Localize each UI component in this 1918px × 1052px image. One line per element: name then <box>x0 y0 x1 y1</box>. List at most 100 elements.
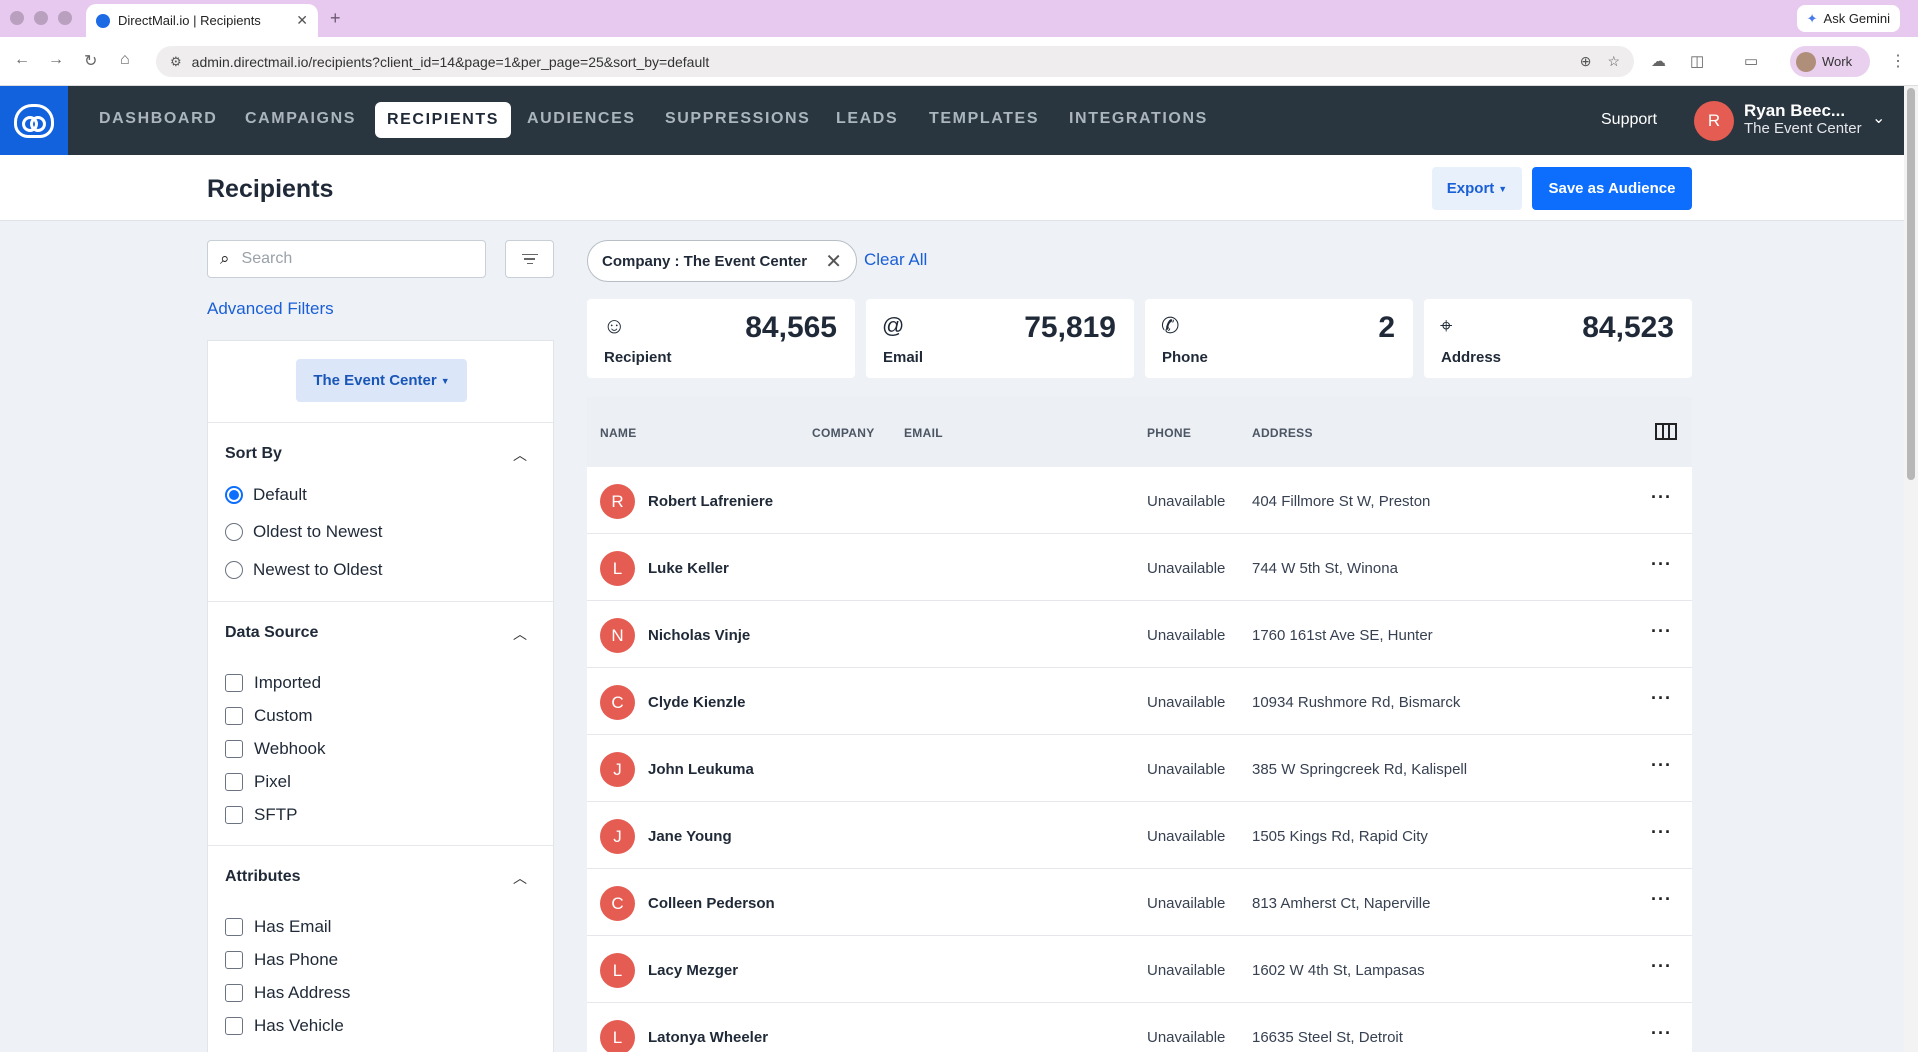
maximize-window-button[interactable] <box>58 11 72 25</box>
directmail-logo[interactable] <box>0 86 68 155</box>
nav-integrations[interactable]: INTEGRATIONS <box>1069 110 1208 128</box>
nav-leads[interactable]: LEADS <box>836 110 898 128</box>
radio-button[interactable] <box>225 561 243 579</box>
save-as-audience-button[interactable]: Save as Audience <box>1532 167 1692 210</box>
checkbox[interactable] <box>225 674 243 692</box>
nav-suppressions[interactable]: SUPPRESSIONS <box>665 110 810 128</box>
table-row[interactable]: R Robert Lafreniere Unavailable 404 Fill… <box>587 467 1692 534</box>
data-source-custom[interactable]: Custom <box>225 706 313 726</box>
radio-button[interactable] <box>225 486 243 504</box>
recipient-name[interactable]: Jane Young <box>648 828 732 845</box>
columns-settings-icon[interactable] <box>1655 423 1677 440</box>
col-header-company[interactable]: COMPANY <box>812 426 875 440</box>
nav-templates[interactable]: TEMPLATES <box>929 110 1039 128</box>
recipient-name[interactable]: Nicholas Vinje <box>648 627 750 644</box>
attribute-has-email[interactable]: Has Email <box>225 917 331 937</box>
cloud-extension-icon[interactable]: ☁ <box>1651 52 1666 70</box>
row-more-icon[interactable]: ··· <box>1651 621 1672 642</box>
table-row[interactable]: L Luke Keller Unavailable 744 W 5th St, … <box>587 534 1692 601</box>
row-more-icon[interactable]: ··· <box>1651 956 1672 977</box>
scrollbar-thumb[interactable] <box>1907 88 1915 480</box>
user-company[interactable]: The Event Center <box>1744 120 1862 137</box>
table-row[interactable]: N Nicholas Vinje Unavailable 1760 161st … <box>587 601 1692 668</box>
checkbox[interactable] <box>225 918 243 936</box>
nav-recipients[interactable]: RECIPIENTS <box>375 102 512 138</box>
nav-audiences[interactable]: AUDIENCES <box>527 110 636 128</box>
user-name[interactable]: Ryan Beec... <box>1744 101 1845 121</box>
chevron-up-icon[interactable]: ︿ <box>513 445 527 465</box>
attribute-has-phone[interactable]: Has Phone <box>225 950 338 970</box>
recipient-name[interactable]: Latonya Wheeler <box>648 1029 768 1046</box>
tab-search-icon[interactable]: ▭ <box>1744 52 1758 70</box>
row-more-icon[interactable]: ··· <box>1651 889 1672 910</box>
browser-menu-icon[interactable]: ⋮ <box>1890 51 1906 71</box>
table-row[interactable]: J Jane Young Unavailable 1505 Kings Rd, … <box>587 802 1692 869</box>
data-source-imported[interactable]: Imported <box>225 673 321 693</box>
address-bar[interactable]: ⚙ admin.directmail.io/recipients?client_… <box>156 46 1634 77</box>
recipient-name[interactable]: Clyde Kienzle <box>648 694 746 711</box>
sort-option-oldest[interactable]: Oldest to Newest <box>225 522 382 542</box>
clear-all-link[interactable]: Clear All <box>864 250 927 270</box>
client-selector-button[interactable]: The Event Center ▼ <box>296 359 467 402</box>
checkbox[interactable] <box>225 984 243 1002</box>
sort-option-newest[interactable]: Newest to Oldest <box>225 560 382 580</box>
filter-toggle-button[interactable] <box>505 240 554 278</box>
advanced-filters-link[interactable]: Advanced Filters <box>207 299 334 319</box>
minimize-window-button[interactable] <box>34 11 48 25</box>
row-more-icon[interactable]: ··· <box>1651 554 1672 575</box>
export-button[interactable]: Export ▼ <box>1432 167 1522 210</box>
checkbox[interactable] <box>225 773 243 791</box>
attribute-has-address[interactable]: Has Address <box>225 983 350 1003</box>
col-header-address[interactable]: ADDRESS <box>1252 426 1313 440</box>
sort-option-default[interactable]: Default <box>225 485 307 505</box>
forward-arrow-icon[interactable]: → <box>48 51 64 69</box>
recipient-name[interactable]: Colleen Pederson <box>648 895 775 912</box>
site-info-icon[interactable]: ⚙ <box>170 54 182 70</box>
user-menu-chevron-icon[interactable]: ⌄ <box>1872 108 1885 128</box>
recipient-name[interactable]: Lacy Mezger <box>648 962 738 979</box>
profile-button[interactable]: Work <box>1790 46 1870 77</box>
checkbox[interactable] <box>225 951 243 969</box>
search-input[interactable] <box>241 250 442 268</box>
data-source-sftp[interactable]: SFTP <box>225 805 297 825</box>
table-row[interactable]: C Colleen Pederson Unavailable 813 Amher… <box>587 869 1692 936</box>
checkbox[interactable] <box>225 806 243 824</box>
extensions-puzzle-icon[interactable]: ◫ <box>1690 52 1704 70</box>
ask-gemini-button[interactable]: ✦ Ask Gemini <box>1796 5 1900 32</box>
home-icon[interactable]: ⌂ <box>120 51 130 69</box>
close-tab-icon[interactable]: ✕ <box>296 12 308 29</box>
nav-dashboard[interactable]: DASHBOARD <box>99 110 217 128</box>
recipient-name[interactable]: John Leukuma <box>648 761 754 778</box>
data-source-webhook[interactable]: Webhook <box>225 739 326 759</box>
bookmark-star-icon[interactable]: ☆ <box>1607 53 1620 70</box>
recipient-name[interactable]: Luke Keller <box>648 560 729 577</box>
url-text[interactable]: admin.directmail.io/recipients?client_id… <box>192 54 710 70</box>
reload-icon[interactable]: ↻ <box>84 51 97 71</box>
remove-filter-icon[interactable]: ✕ <box>825 249 842 274</box>
zoom-icon[interactable]: ⊕ <box>1580 53 1592 70</box>
data-source-pixel[interactable]: Pixel <box>225 772 291 792</box>
table-row[interactable]: L Latonya Wheeler Unavailable 16635 Stee… <box>587 1003 1692 1052</box>
checkbox[interactable] <box>225 1017 243 1035</box>
col-header-name[interactable]: NAME <box>600 426 637 440</box>
table-row[interactable]: J John Leukuma Unavailable 385 W Springc… <box>587 735 1692 802</box>
radio-button[interactable] <box>225 523 243 541</box>
chevron-up-icon[interactable]: ︿ <box>513 868 527 888</box>
nav-campaigns[interactable]: CAMPAIGNS <box>245 110 356 128</box>
close-window-button[interactable] <box>10 11 24 25</box>
checkbox[interactable] <box>225 740 243 758</box>
checkbox[interactable] <box>225 707 243 725</box>
search-box[interactable]: ⌕ <box>207 240 486 278</box>
row-more-icon[interactable]: ··· <box>1651 487 1672 508</box>
row-more-icon[interactable]: ··· <box>1651 1023 1672 1044</box>
attribute-has-vehicle[interactable]: Has Vehicle <box>225 1016 344 1036</box>
user-avatar[interactable]: R <box>1694 101 1734 141</box>
table-row[interactable]: L Lacy Mezger Unavailable 1602 W 4th St,… <box>587 936 1692 1003</box>
recipient-name[interactable]: Robert Lafreniere <box>648 493 773 510</box>
back-arrow-icon[interactable]: ← <box>14 51 30 69</box>
row-more-icon[interactable]: ··· <box>1651 688 1672 709</box>
browser-tab[interactable]: DirectMail.io | Recipients ✕ <box>86 4 318 37</box>
new-tab-icon[interactable]: + <box>330 8 341 29</box>
table-row[interactable]: C Clyde Kienzle Unavailable 10934 Rushmo… <box>587 668 1692 735</box>
support-link[interactable]: Support <box>1601 111 1657 129</box>
